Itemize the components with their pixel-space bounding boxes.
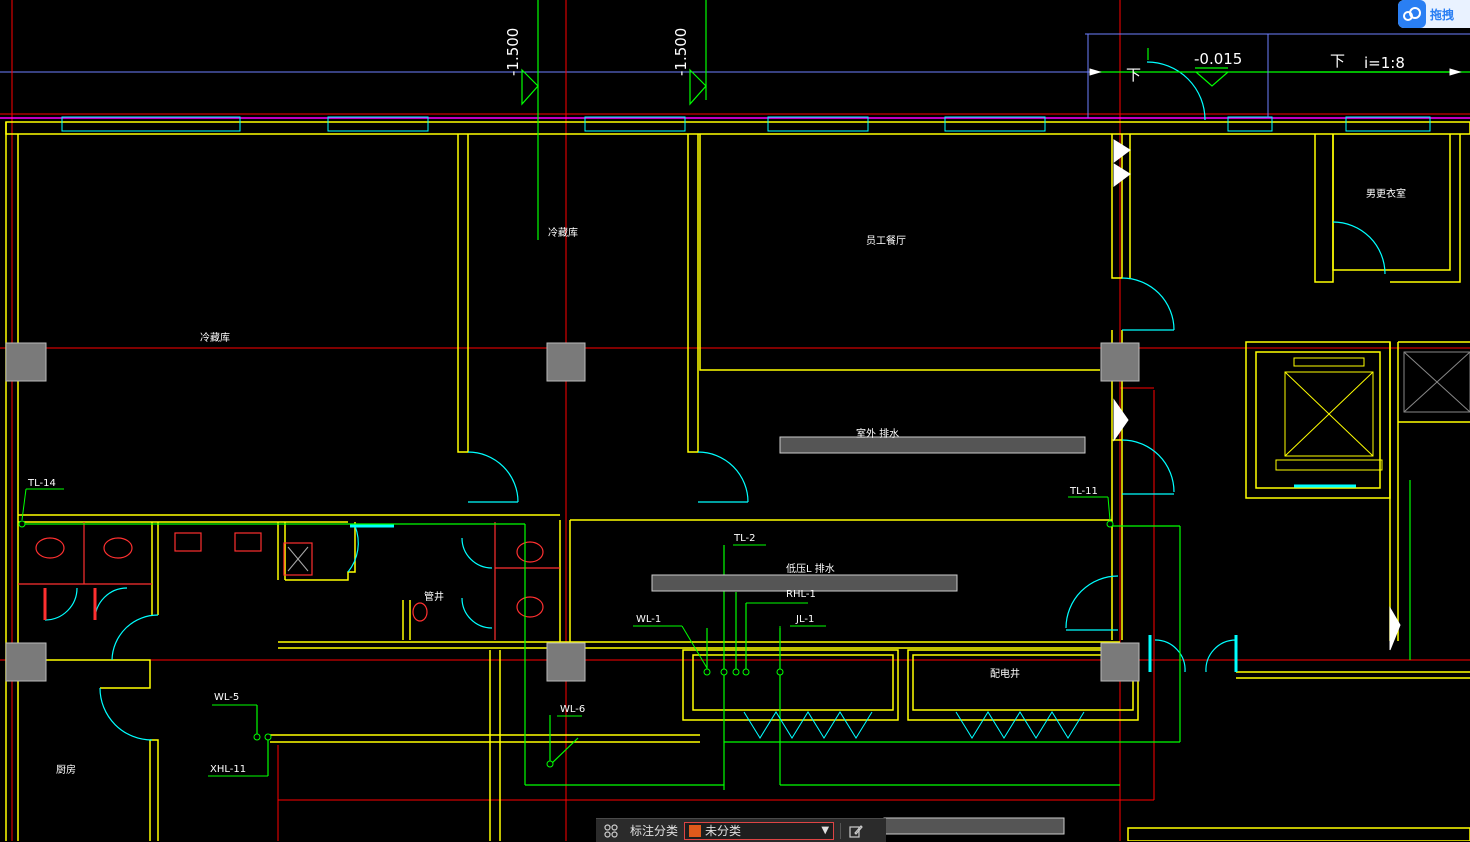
level-mark-3: -0.015 xyxy=(1194,50,1242,68)
room-label-mens-locker: 男更衣室 xyxy=(1366,187,1406,200)
category-selected-value: 未分类 xyxy=(705,824,742,838)
annotation-category-select[interactable]: 未分类 ▼ xyxy=(684,821,835,840)
cloud-logo-icon xyxy=(1398,0,1426,28)
pipe-label-xhl11: XHL-11 xyxy=(210,764,246,775)
pipe-label-wl6: WL-6 xyxy=(560,704,585,715)
pipe-label-jl1: JL-1 xyxy=(795,614,814,625)
room-label-electric-shaft: 配电井 xyxy=(990,667,1020,680)
pipe-label-tl14: TL-14 xyxy=(27,478,56,489)
down-arrow-label-2: 下 xyxy=(1330,52,1345,70)
drag-badge[interactable]: 拖拽 xyxy=(1398,0,1470,28)
level-mark-2: -1.500 xyxy=(672,28,690,76)
level-mark-1: -1.500 xyxy=(504,28,522,76)
badge-label: 拖拽 xyxy=(1430,7,1455,22)
annotation-toolbar: 标注分类 未分类 ▼ xyxy=(596,818,886,842)
room-label-kitchen: 厨房 xyxy=(56,763,76,776)
pipe-label-wl1: WL-1 xyxy=(636,614,661,625)
category-color-swatch xyxy=(689,824,702,837)
down-arrow-label-1: 下 xyxy=(1126,66,1141,84)
pipe-label-rhl1: RHL-1 xyxy=(786,589,816,600)
room-label-staff-canteen: 员工餐厅 xyxy=(866,234,906,247)
pipe-label-wl5: WL-5 xyxy=(214,692,239,703)
hatch-label-2: 低压L 排水 xyxy=(786,562,835,575)
grid-icon[interactable] xyxy=(596,819,626,842)
hatch-label-1: 室外 排水 xyxy=(856,427,899,440)
pipe-label-tl2: TL-2 xyxy=(733,533,755,544)
room-label-pipe-shaft: 管井 xyxy=(424,590,444,603)
room-label-cold-storage-1: 冷藏库 xyxy=(200,331,230,344)
chevron-down-icon: ▼ xyxy=(821,825,830,836)
pipe-label-tl11: TL-11 xyxy=(1069,486,1098,497)
edit-note-icon[interactable] xyxy=(841,819,871,842)
slope-label: i=1:8 xyxy=(1364,54,1405,72)
annotation-category-title: 标注分类 xyxy=(630,824,679,838)
room-label-cold-storage-2: 冷藏库 xyxy=(548,226,578,239)
cad-drawing-canvas[interactable]: -1.500 -1.500 -0.015 下 下 i=1:8 冷藏库 冷藏库 员… xyxy=(0,0,1470,841)
